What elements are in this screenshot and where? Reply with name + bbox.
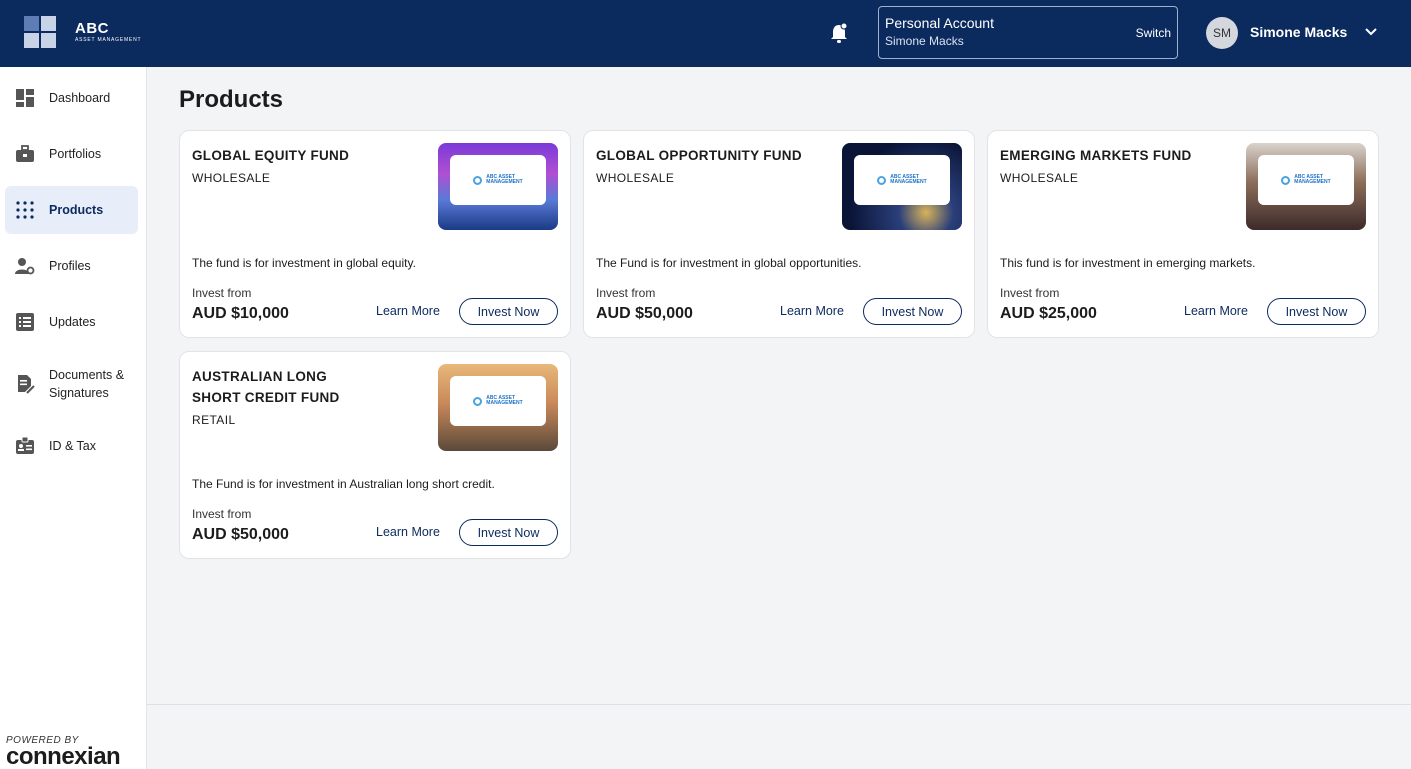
invest-from-label: Invest from	[192, 507, 252, 521]
invest-from-label: Invest from	[596, 286, 656, 300]
invest-now-button[interactable]: Invest Now	[863, 298, 962, 325]
product-card: EMERGING MARKETS FUND WHOLESALE ABC ASSE…	[987, 130, 1379, 338]
invest-amount: AUD $50,000	[596, 305, 693, 322]
sidebar: Dashboard Portfolios Products Profiles U…	[0, 67, 147, 769]
id-card-icon	[16, 436, 34, 454]
invest-now-button[interactable]: Invest Now	[459, 298, 558, 325]
sidebar-item-label: Products	[49, 203, 104, 217]
invest-now-button[interactable]: Invest Now	[459, 519, 558, 546]
invest-from-label: Invest from	[192, 286, 252, 300]
sidebar-item-label: Dashboard	[49, 91, 111, 105]
fund-thumbnail: ABC ASSET MANAGEMENT	[1246, 143, 1366, 230]
logo-name: ABC	[75, 20, 109, 37]
abc-mark-icon	[473, 396, 483, 406]
invest-from-label: Invest from	[1000, 286, 1060, 300]
logo-tagline: ASSET MANAGEMENT	[75, 37, 142, 43]
fund-name: GLOBAL EQUITY FUND	[192, 148, 350, 163]
learn-more-link[interactable]: Learn More	[780, 304, 844, 318]
product-card: GLOBAL OPPORTUNITY FUND WHOLESALE ABC AS…	[583, 130, 975, 338]
product-card: AUSTRALIAN LONG SHORT CREDIT FUND RETAIL…	[179, 351, 571, 559]
abc-badge: ABC ASSET MANAGEMENT	[450, 155, 546, 205]
fund-description: This fund is for investment in emerging …	[1000, 256, 1256, 270]
learn-more-link[interactable]: Learn More	[1184, 304, 1248, 318]
user-gear-icon	[15, 258, 35, 275]
dashboard-icon	[16, 89, 34, 107]
fund-name: AUSTRALIAN LONG SHORT CREDIT FUND	[192, 369, 340, 405]
user-avatar[interactable]: SM	[1206, 17, 1238, 49]
fund-name: GLOBAL OPPORTUNITY FUND	[596, 148, 802, 163]
switch-account-button[interactable]: Switch	[1136, 26, 1171, 40]
sidebar-item-label: Portfolios	[49, 147, 102, 161]
abc-mark-icon	[877, 175, 887, 185]
fund-description: The Fund is for investment in global opp…	[596, 256, 862, 270]
sidebar-item-products[interactable]: Products	[5, 186, 138, 234]
abc-logo[interactable]: ABC ASSET MANAGEMENT	[24, 16, 141, 48]
list-icon	[16, 313, 34, 331]
fund-type: WHOLESALE	[1000, 171, 1079, 185]
abc-mark-icon	[473, 175, 483, 185]
document-sign-icon	[18, 375, 35, 394]
top-header: ABC ASSET MANAGEMENT Personal Account Si…	[0, 0, 1411, 67]
account-holder-name: Simone Macks	[885, 34, 964, 48]
sidebar-item-updates[interactable]: Updates	[5, 298, 138, 346]
invest-amount: AUD $25,000	[1000, 305, 1097, 322]
fund-thumbnail: ABC ASSET MANAGEMENT	[438, 143, 558, 230]
fund-type: RETAIL	[192, 413, 236, 427]
sidebar-item-documents-signatures[interactable]: Documents & Signatures	[5, 360, 138, 408]
sidebar-item-label: Profiles	[49, 259, 91, 273]
fund-thumbnail: ABC ASSET MANAGEMENT	[842, 143, 962, 230]
powered-by-logo: POWERED BY connexian	[6, 735, 141, 769]
fund-description: The fund is for investment in global equ…	[192, 256, 416, 270]
sidebar-item-profiles[interactable]: Profiles	[5, 242, 138, 290]
learn-more-link[interactable]: Learn More	[376, 525, 440, 539]
sidebar-item-dashboard[interactable]: Dashboard	[5, 74, 138, 122]
user-name[interactable]: Simone Macks	[1250, 24, 1347, 40]
briefcase-icon	[16, 145, 34, 162]
abc-badge: ABC ASSET MANAGEMENT	[1258, 155, 1354, 205]
learn-more-link[interactable]: Learn More	[376, 304, 440, 318]
connexian-brand: connexian	[6, 743, 121, 769]
fund-description: The Fund is for investment in Australian…	[192, 477, 495, 491]
invest-now-button[interactable]: Invest Now	[1267, 298, 1366, 325]
abc-badge: ABC ASSET MANAGEMENT	[450, 376, 546, 426]
dots-grid-icon	[16, 201, 34, 219]
invest-amount: AUD $50,000	[192, 526, 289, 543]
sidebar-item-label: Documents & Signatures	[49, 368, 125, 400]
page-title: Products	[179, 86, 284, 113]
account-switcher[interactable]: Personal Account Simone Macks Switch	[878, 6, 1178, 59]
fund-name: EMERGING MARKETS FUND	[1000, 148, 1192, 163]
sidebar-item-label: Updates	[49, 315, 96, 329]
abc-badge: ABC ASSET MANAGEMENT	[854, 155, 950, 205]
account-title: Personal Account	[885, 15, 994, 31]
product-card: GLOBAL EQUITY FUND WHOLESALE ABC ASSET MA…	[179, 130, 571, 338]
logo-grid-icon	[24, 16, 56, 48]
chevron-down-icon[interactable]	[1364, 27, 1378, 37]
abc-mark-icon	[1281, 175, 1291, 185]
footer-divider	[147, 704, 1411, 705]
sidebar-item-label: ID & Tax	[49, 439, 97, 453]
invest-amount: AUD $10,000	[192, 305, 289, 322]
sidebar-item-id-tax[interactable]: ID & Tax	[5, 422, 138, 470]
sidebar-item-portfolios[interactable]: Portfolios	[5, 130, 138, 178]
fund-type: WHOLESALE	[596, 171, 675, 185]
fund-type: WHOLESALE	[192, 171, 271, 185]
notification-bell-icon[interactable]	[829, 22, 849, 44]
fund-thumbnail: ABC ASSET MANAGEMENT	[438, 364, 558, 451]
